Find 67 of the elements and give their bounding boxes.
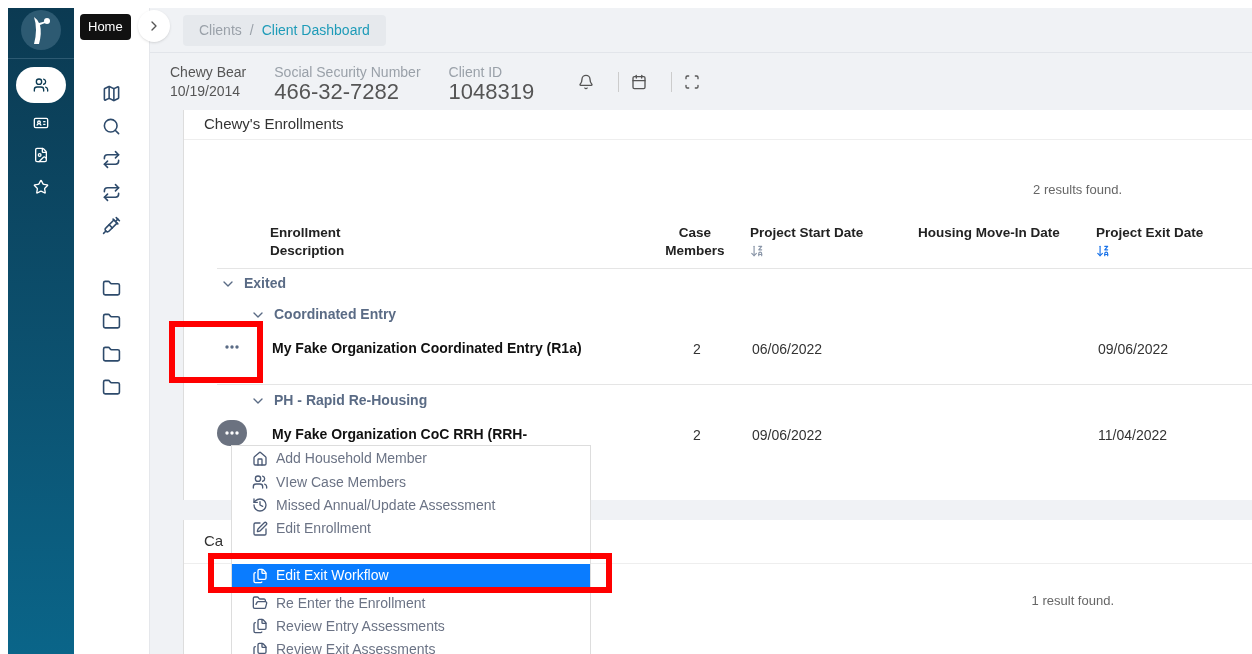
- history-icon: [252, 497, 268, 514]
- folder-icon[interactable]: [102, 345, 121, 364]
- card-title: Ca: [204, 531, 224, 552]
- table-cell-text: 09/06/2022: [1098, 339, 1170, 359]
- files-icon: [252, 567, 268, 584]
- id-card-icon: [33, 115, 49, 131]
- house-icon: [252, 450, 268, 467]
- repeat-icon[interactable]: [102, 183, 121, 202]
- sidebar-item[interactable]: [16, 67, 66, 103]
- sort-icon[interactable]: [750, 243, 764, 258]
- table-cell-text: 2: [692, 425, 702, 445]
- table-cell-text: 11/04/2022: [1098, 425, 1169, 445]
- card-title: Chewy's Enrollments: [204, 114, 344, 135]
- field-label: Client ID: [448, 62, 504, 82]
- menu-item[interactable]: Edit Enrollment: [232, 517, 590, 541]
- group-toggle[interactable]: Exited: [220, 268, 286, 299]
- star-icon: [33, 179, 49, 195]
- client-name: Chewy Bear: [170, 62, 247, 82]
- subgroup-toggle[interactable]: Coordinated Entry: [250, 298, 397, 331]
- users-icon: [33, 77, 49, 93]
- syringe-icon[interactable]: [102, 216, 121, 235]
- results-count: 2 results found.: [1033, 181, 1122, 199]
- menu-item[interactable]: Re Enter the Enrollment: [232, 591, 590, 615]
- results-count: 1 result found.: [1031, 592, 1114, 610]
- column-header[interactable]: Project Start Date: [750, 223, 918, 242]
- files-icon: [252, 641, 268, 654]
- ellipsis-icon: [225, 344, 239, 349]
- table-cell-text: 2: [692, 339, 702, 359]
- client-dob: 10/19/2014: [170, 81, 242, 101]
- map-icon[interactable]: [102, 84, 121, 103]
- field-label: Social Security Number: [274, 62, 421, 82]
- menu-item[interactable]: Add Household Member: [232, 447, 590, 471]
- breadcrumb-item[interactable]: Client Dashboard: [261, 19, 370, 41]
- field-value: 466-32-7282: [274, 81, 401, 102]
- table-cell-text: My Fake Organization Coordinated Entry (R1a): [272, 338, 583, 357]
- subgroup-toggle[interactable]: PH - Rapid Re-Housing: [250, 384, 428, 417]
- column-header[interactable]: Project Exit Date: [1096, 223, 1246, 242]
- bell-icon[interactable]: [578, 73, 595, 90]
- folder-icon[interactable]: [102, 312, 121, 331]
- search-icon[interactable]: [102, 117, 121, 136]
- column-header[interactable]: Enrollment Description: [270, 223, 370, 260]
- files-icon: [252, 618, 268, 635]
- tooltip: Home: [80, 14, 131, 40]
- menu-item[interactable]: Review Exit Assessments: [232, 638, 590, 654]
- table-cell-text: 09/06/2022: [752, 425, 824, 445]
- folder-icon[interactable]: [102, 378, 121, 397]
- table-cell-text: 06/06/2022: [752, 339, 824, 359]
- folder-icon[interactable]: [102, 279, 121, 298]
- menu-item[interactable]: Missed Annual/Update Assessment: [232, 493, 590, 518]
- sort-icon[interactable]: [1096, 243, 1110, 258]
- column-header[interactable]: Case Members: [655, 223, 735, 260]
- table-cell-text: My Fake Organization CoC RRH (RRH-: [272, 424, 529, 443]
- field-value: 1048319: [448, 81, 535, 102]
- ellipsis-icon: [225, 430, 239, 435]
- logo-icon[interactable]: [21, 10, 61, 50]
- edit-icon: [252, 520, 268, 537]
- repeat-icon[interactable]: [102, 150, 121, 169]
- column-header[interactable]: Housing Move-In Date: [918, 223, 1068, 242]
- fullscreen-icon[interactable]: [684, 73, 701, 90]
- users-icon: [252, 474, 268, 491]
- folder-icon: [252, 595, 268, 612]
- row-menu-button[interactable]: [217, 419, 247, 446]
- menu-item[interactable]: Edit Exit Workflow: [232, 563, 590, 588]
- image-file-icon: [33, 147, 49, 163]
- menu-item[interactable]: Review Entry Assessments: [232, 614, 590, 639]
- calendar-icon[interactable]: [631, 73, 648, 90]
- menu-item[interactable]: VIew Case Members: [232, 470, 590, 494]
